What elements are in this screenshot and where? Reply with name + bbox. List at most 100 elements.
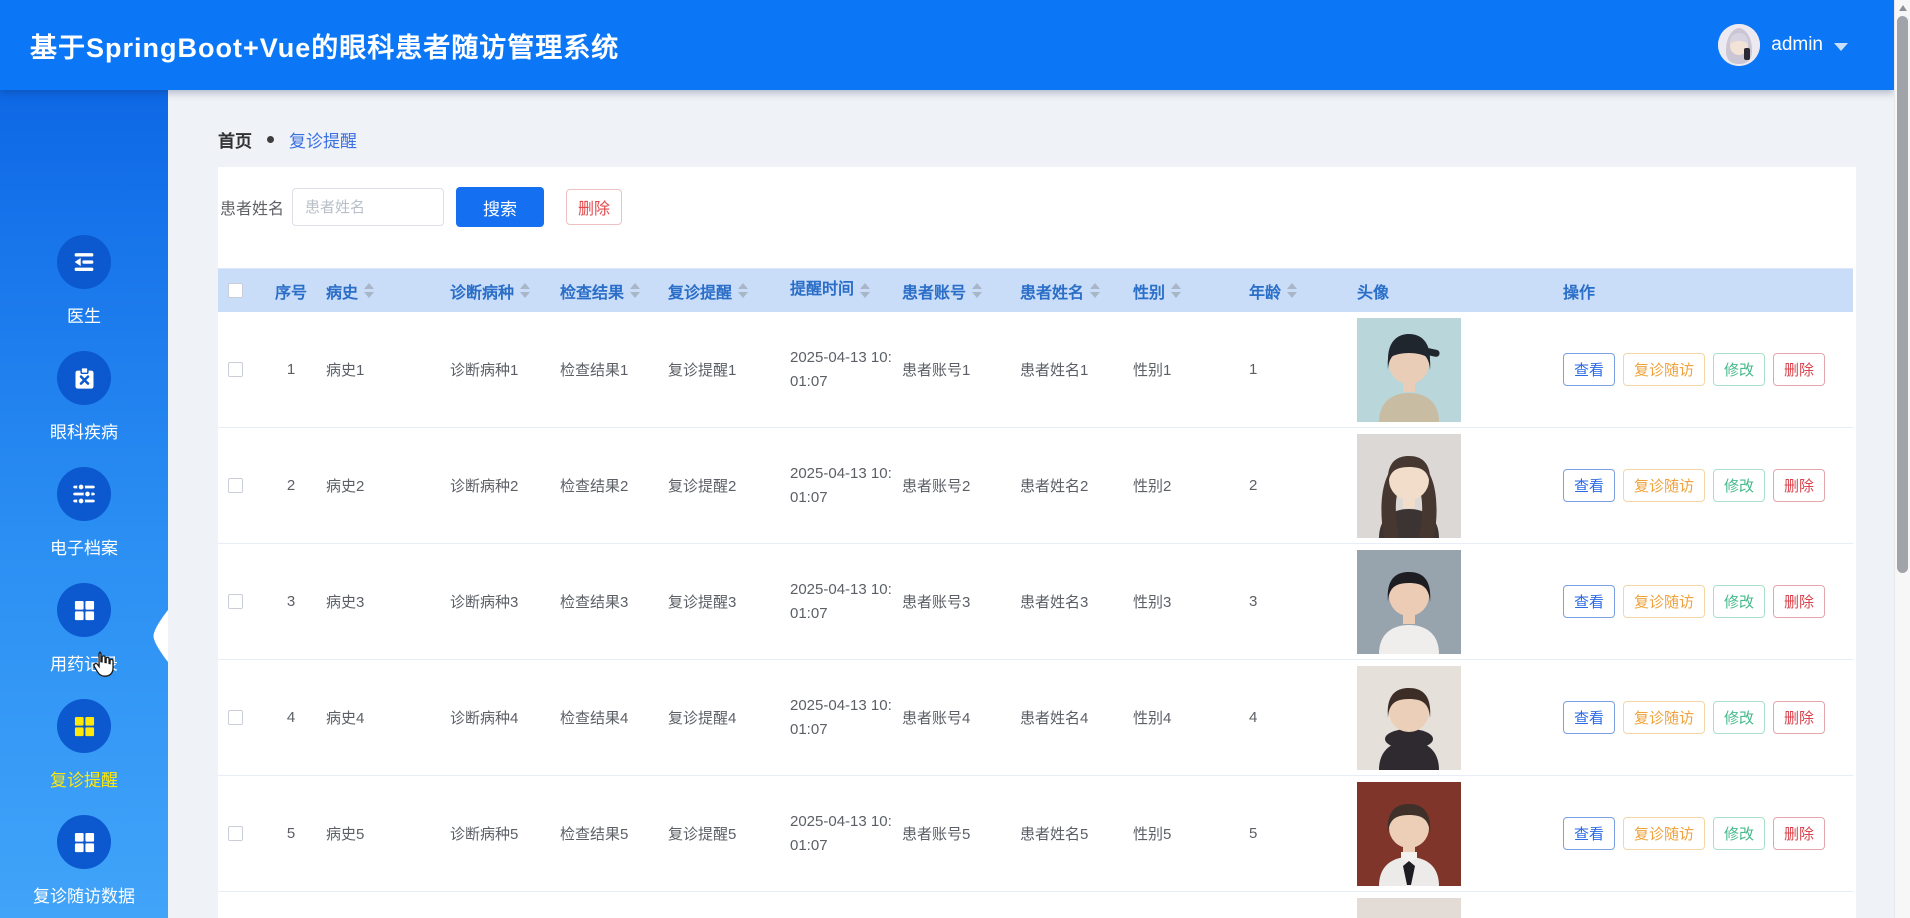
sort-ascending-icon[interactable] xyxy=(1287,283,1298,289)
scrollbar-up-arrow-icon[interactable] xyxy=(1899,5,1907,11)
edit-button[interactable]: 修改 xyxy=(1713,469,1766,502)
sort-carets-icon[interactable] xyxy=(630,283,641,298)
sort-carets-icon[interactable] xyxy=(972,283,983,298)
edit-button[interactable]: 修改 xyxy=(1713,353,1766,386)
patient-name-input[interactable] xyxy=(292,188,445,226)
sort-ascending-icon[interactable] xyxy=(520,283,531,289)
batch-delete-button[interactable]: 删除 xyxy=(566,189,623,225)
view-button[interactable]: 查看 xyxy=(1563,585,1616,618)
sort-carets-icon[interactable] xyxy=(738,283,749,298)
cell-age: 4 xyxy=(1249,709,1258,726)
delete-row-button[interactable]: 删除 xyxy=(1773,817,1826,850)
sort-descending-icon[interactable] xyxy=(1287,292,1298,298)
followup-button[interactable]: 复诊随访 xyxy=(1623,585,1706,618)
cell-reminder: 复诊提醒4 xyxy=(668,710,737,727)
sort-carets-icon[interactable] xyxy=(364,283,375,298)
sort-descending-icon[interactable] xyxy=(364,292,375,298)
row-checkbox[interactable] xyxy=(228,710,243,725)
sort-carets-icon[interactable] xyxy=(1090,283,1101,298)
sidebar-item-4[interactable]: 复诊提醒 xyxy=(0,699,168,791)
sort-ascending-icon[interactable] xyxy=(1090,283,1101,289)
cell-account: 患者账号4 xyxy=(902,710,971,727)
sort-descending-icon[interactable] xyxy=(1090,292,1101,298)
sort-descending-icon[interactable] xyxy=(738,292,749,298)
sort-descending-icon[interactable] xyxy=(860,291,871,298)
sidebar-item-1[interactable]: 眼科疾病 xyxy=(0,351,168,443)
sliders-icon xyxy=(57,467,111,521)
breadcrumb-separator-dot xyxy=(267,136,274,143)
cell-gender: 性别5 xyxy=(1133,826,1172,843)
column-header-disease[interactable]: 诊断病种 xyxy=(448,279,558,303)
row-checkbox[interactable] xyxy=(228,362,243,377)
column-header-time[interactable]: 提醒时间 xyxy=(788,278,900,303)
row-checkbox[interactable] xyxy=(228,478,243,493)
row-checkbox[interactable] xyxy=(228,594,243,609)
cell-disease xyxy=(448,892,558,918)
table-row: 1 病史1 诊断病种1 检查结果1 复诊提醒1 2025-04-13 10:01:07 患者… xyxy=(218,312,1853,428)
page-scrollbar[interactable] xyxy=(1894,0,1910,918)
scrollbar-thumb[interactable] xyxy=(1897,16,1908,573)
sort-carets-icon[interactable] xyxy=(520,283,531,298)
column-header-account[interactable]: 患者账号 xyxy=(900,279,1018,303)
sidebar-item-5[interactable]: 复诊随访数据 xyxy=(0,815,168,907)
cell-result: 检查结果1 xyxy=(560,362,629,379)
cell-gender: 性别3 xyxy=(1133,594,1172,611)
app-title: 基于SpringBoot+Vue的眼科患者随访管理系统 xyxy=(30,32,620,63)
cell-avatar xyxy=(1346,428,1559,543)
column-header-reminder[interactable]: 复诊提醒 xyxy=(666,279,788,303)
delete-row-button[interactable]: 删除 xyxy=(1773,353,1826,386)
breadcrumb-current[interactable]: 复诊提醒 xyxy=(289,127,357,152)
cell-avatar xyxy=(1346,776,1559,891)
sort-ascending-icon[interactable] xyxy=(860,282,871,289)
column-header-age[interactable]: 年龄 xyxy=(1247,279,1346,303)
table-header-row: 序号 病史 诊断病种 检查结果 复诊提醒 提醒时间 患者账号 患者姓名 性别 年龄 头像 操作 xyxy=(218,268,1853,312)
sort-carets-icon[interactable] xyxy=(860,282,871,298)
sidebar-item-0[interactable]: 医生 xyxy=(0,235,168,327)
patient-avatar xyxy=(1357,665,1461,770)
edit-button[interactable]: 修改 xyxy=(1713,701,1766,734)
view-button[interactable]: 查看 xyxy=(1563,701,1616,734)
cell-disease: 诊断病种1 xyxy=(450,362,519,379)
cell-history: 病史3 xyxy=(326,594,365,611)
select-all-checkbox[interactable] xyxy=(228,283,243,298)
sort-descending-icon[interactable] xyxy=(1171,292,1182,298)
cell-result: 检查结果4 xyxy=(560,710,629,727)
search-button[interactable]: 搜索 xyxy=(456,187,545,227)
view-button[interactable]: 查看 xyxy=(1563,353,1616,386)
edit-button[interactable]: 修改 xyxy=(1713,585,1766,618)
edit-button[interactable]: 修改 xyxy=(1713,817,1766,850)
followup-button[interactable]: 复诊随访 xyxy=(1623,353,1706,386)
sort-carets-icon[interactable] xyxy=(1287,283,1298,298)
cell-age: 2 xyxy=(1249,477,1258,494)
sort-descending-icon[interactable] xyxy=(972,292,983,298)
sort-ascending-icon[interactable] xyxy=(972,283,983,289)
followup-button[interactable]: 复诊随访 xyxy=(1623,469,1706,502)
column-header-name[interactable]: 患者姓名 xyxy=(1018,279,1131,303)
sidebar-item-3[interactable]: 用药记录 xyxy=(0,583,168,675)
row-checkbox[interactable] xyxy=(228,826,243,841)
cell-gender: 性别2 xyxy=(1133,478,1172,495)
sort-ascending-icon[interactable] xyxy=(738,283,749,289)
sort-ascending-icon[interactable] xyxy=(364,283,375,289)
cell-age: 1 xyxy=(1249,361,1258,378)
column-header-gender[interactable]: 性别 xyxy=(1131,279,1247,303)
active-item-notch xyxy=(153,610,168,662)
sort-carets-icon[interactable] xyxy=(1171,283,1182,298)
view-button[interactable]: 查看 xyxy=(1563,817,1616,850)
sidebar-item-2[interactable]: 电子档案 xyxy=(0,467,168,559)
followup-button[interactable]: 复诊随访 xyxy=(1623,701,1706,734)
followup-button[interactable]: 复诊随访 xyxy=(1623,817,1706,850)
column-header-history[interactable]: 病史 xyxy=(324,279,448,303)
sort-descending-icon[interactable] xyxy=(520,292,531,298)
view-button[interactable]: 查看 xyxy=(1563,469,1616,502)
sort-ascending-icon[interactable] xyxy=(1171,283,1182,289)
user-menu[interactable]: admin xyxy=(1718,0,1848,90)
delete-row-button[interactable]: 删除 xyxy=(1773,585,1826,618)
column-header-label: 患者账号 xyxy=(902,284,967,302)
breadcrumb-home[interactable]: 首页 xyxy=(218,127,252,152)
sort-ascending-icon[interactable] xyxy=(630,283,641,289)
delete-row-button[interactable]: 删除 xyxy=(1773,701,1826,734)
column-header-result[interactable]: 检查结果 xyxy=(558,279,666,303)
delete-row-button[interactable]: 删除 xyxy=(1773,469,1826,502)
sort-descending-icon[interactable] xyxy=(630,292,641,298)
